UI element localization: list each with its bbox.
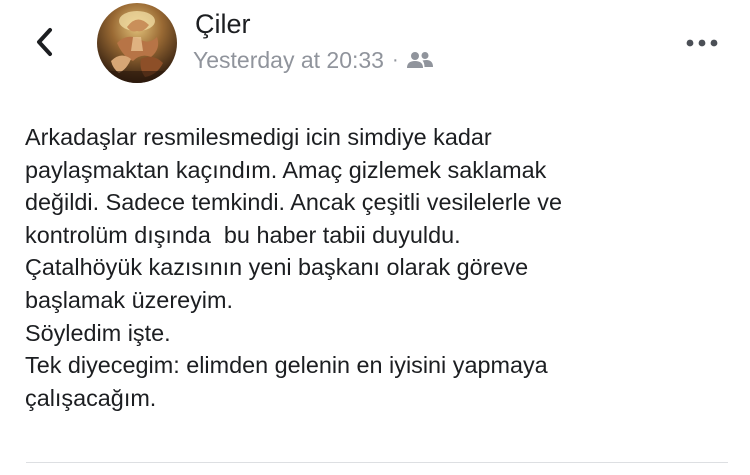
post-text-line: Tek diyecegim: elimden gelenin en iyisin… xyxy=(25,352,548,379)
author-name[interactable]: Çiler xyxy=(195,7,251,41)
post-text-line: Söyledim işte. xyxy=(25,319,171,346)
more-options-icon xyxy=(686,39,718,47)
post-text-line: paylaşmaktan kaçındım. Amaç gizlemek sak… xyxy=(25,156,547,183)
post-text-line: kontrolüm dışında bu haber tabii duyuldu… xyxy=(25,221,461,248)
post-timestamp[interactable]: Yesterday at 20:33 xyxy=(193,47,384,74)
post-text-line: başlamak üzereyim. xyxy=(25,286,233,313)
back-button[interactable] xyxy=(28,20,68,64)
post-header: Çiler Yesterday at 20:33 · xyxy=(0,0,750,110)
post-text: Arkadaşlar resmilesmedigi icin simdiye k… xyxy=(25,121,740,414)
more-options-button[interactable] xyxy=(683,30,723,56)
post-text-line: Çatalhöyük kazısının yeni başkanı olarak… xyxy=(25,254,529,281)
avatar[interactable] xyxy=(97,3,177,83)
chevron-left-icon xyxy=(37,28,52,56)
post-divider xyxy=(26,462,728,463)
post-text-line: değildi. Sadece temkindi. Ancak çeşitli … xyxy=(25,189,562,216)
post-text-line: çalışacağım. xyxy=(25,384,157,411)
friends-icon[interactable] xyxy=(406,50,433,70)
post-meta: Yesterday at 20:33 · xyxy=(193,44,433,76)
post-text-line: Arkadaşlar resmilesmedigi icin simdiye k… xyxy=(25,124,492,150)
meta-separator: · xyxy=(391,48,399,71)
